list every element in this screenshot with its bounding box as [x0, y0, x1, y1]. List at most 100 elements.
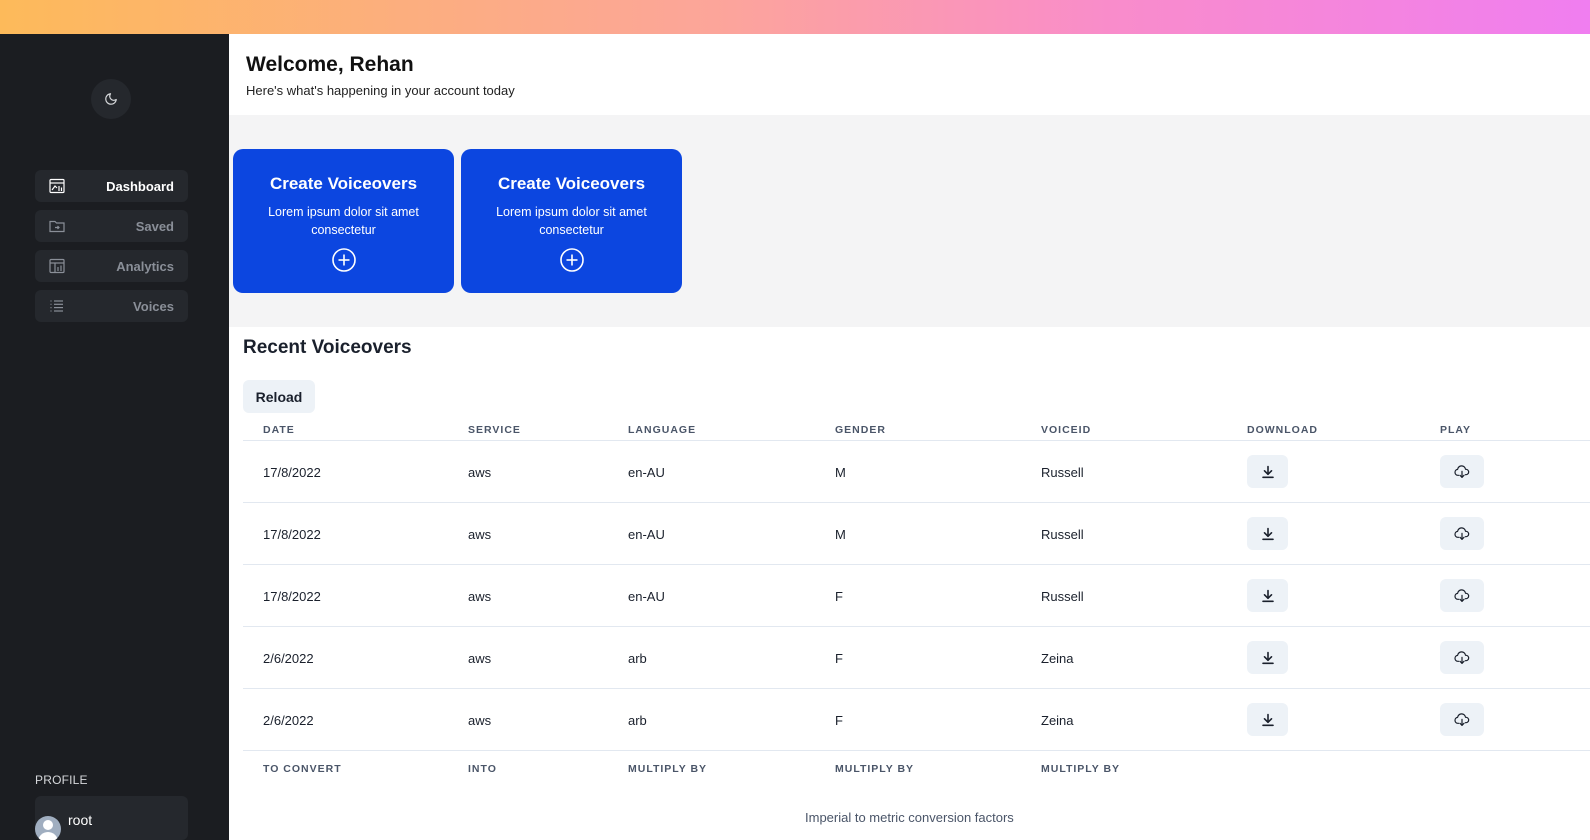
sidebar-item-analytics[interactable]: Analytics — [35, 250, 188, 282]
footer-cell: MULTIPLY BY — [835, 763, 915, 775]
page-header: Welcome, Rehan Here's what's happening i… — [229, 34, 1590, 115]
cell-service: aws — [468, 465, 492, 480]
cloud-download-icon — [1454, 588, 1470, 602]
analytics-icon — [49, 258, 65, 274]
cell-language: arb — [628, 651, 647, 666]
plus-circle-icon[interactable] — [559, 247, 585, 273]
download-icon — [1261, 465, 1274, 478]
avatar — [35, 816, 61, 840]
table-caption-text: Imperial to metric conversion factors — [805, 810, 1014, 825]
play-button[interactable] — [1440, 703, 1484, 736]
card-title: Create Voiceovers — [269, 174, 418, 193]
play-button[interactable] — [1440, 641, 1484, 674]
theme-toggle-button[interactable] — [91, 79, 131, 119]
section-title: Recent Voiceovers — [243, 337, 412, 358]
cell-gender: F — [835, 651, 843, 666]
cell-voiceid: Zeina — [1041, 651, 1074, 666]
table-row: 17/8/2022 aws en-AU F Russell — [243, 565, 1590, 627]
play-button[interactable] — [1440, 455, 1484, 488]
cell-date: 17/8/2022 — [263, 527, 321, 542]
column-header: SERVICE — [468, 424, 521, 436]
cell-gender: M — [835, 527, 846, 542]
download-icon — [1261, 589, 1274, 602]
sidebar-item-dashboard[interactable]: Dashboard — [35, 170, 188, 202]
column-header: LANGUAGE — [628, 424, 697, 436]
download-button[interactable] — [1247, 579, 1288, 612]
card-description: Lorem ipsum dolor sit amet consectetur — [268, 205, 419, 237]
list-icon — [50, 300, 63, 312]
cloud-download-icon — [1454, 526, 1470, 540]
cell-service: aws — [468, 527, 492, 542]
table-footer-row: TO CONVERT INTO MULTIPLY BY MULTIPLY BY … — [243, 751, 1590, 785]
moon-icon — [105, 93, 117, 105]
folder-icon — [49, 220, 65, 233]
create-voiceover-card[interactable]: Create Voiceovers Lorem ipsum dolor sit … — [461, 149, 682, 293]
cell-gender: M — [835, 465, 846, 480]
cell-language: arb — [628, 713, 647, 728]
download-button[interactable] — [1247, 455, 1288, 488]
cloud-download-icon — [1454, 712, 1470, 726]
sidebar-item-label: Saved — [135, 218, 174, 234]
create-voiceover-card[interactable]: Create Voiceovers Lorem ipsum dolor sit … — [233, 149, 454, 293]
cloud-download-icon — [1454, 464, 1470, 478]
cell-voiceid: Russell — [1041, 589, 1084, 604]
dashboard-icon — [49, 178, 65, 194]
footer-cell: INTO — [468, 763, 497, 775]
sidebar-item-saved[interactable]: Saved — [35, 210, 188, 242]
card-title: Create Voiceovers — [497, 174, 646, 193]
table-row: 17/8/2022 aws en-AU M Russell — [243, 441, 1590, 503]
cell-gender: F — [835, 713, 843, 728]
voiceovers-table: DATE SERVICE LANGUAGE GENDER VOICEID DOW… — [243, 415, 1590, 785]
cell-service: aws — [468, 713, 492, 728]
cell-date: 2/6/2022 — [263, 713, 314, 728]
download-button[interactable] — [1247, 641, 1288, 674]
cell-language: en-AU — [628, 465, 665, 480]
cell-date: 2/6/2022 — [263, 651, 314, 666]
footer-cell: MULTIPLY BY — [1041, 763, 1121, 775]
page-title: Welcome, Rehan — [246, 53, 414, 76]
column-header: DATE — [263, 424, 295, 436]
profile-card[interactable]: root — [35, 796, 188, 840]
recent-voiceovers-section: Recent Voiceovers Reload DATE SERVICE LA… — [229, 327, 1590, 840]
cell-gender: F — [835, 589, 843, 604]
sidebar-nav: Dashboard Saved Analytics Voices — [35, 170, 188, 330]
page-subtitle: Here's what's happening in your account … — [246, 83, 515, 98]
cell-service: aws — [468, 651, 492, 666]
cell-voiceid: Russell — [1041, 465, 1084, 480]
download-icon — [1261, 527, 1274, 540]
cloud-download-icon — [1454, 650, 1470, 664]
table-row: 2/6/2022 aws arb F Zeina — [243, 627, 1590, 689]
download-button[interactable] — [1247, 703, 1288, 736]
cell-voiceid: Russell — [1041, 527, 1084, 542]
sidebar-item-label: Voices — [133, 298, 174, 314]
cell-date: 17/8/2022 — [263, 589, 321, 604]
sidebar-item-label: Dashboard — [106, 178, 174, 194]
download-icon — [1261, 651, 1274, 664]
sidebar: Dashboard Saved Analytics Voices PROFILE — [0, 34, 229, 840]
cell-language: en-AU — [628, 589, 665, 604]
action-cards-area: Create Voiceovers Lorem ipsum dolor sit … — [229, 115, 1590, 327]
footer-cell: TO CONVERT — [263, 763, 342, 775]
plus-circle-icon[interactable] — [331, 247, 357, 273]
play-button[interactable] — [1440, 517, 1484, 550]
column-header: PLAY — [1440, 424, 1472, 436]
footer-cell: MULTIPLY BY — [628, 763, 708, 775]
download-button[interactable] — [1247, 517, 1288, 550]
table-body: 17/8/2022 aws en-AU M Russell 17/8/2022 aws en-… — [243, 441, 1590, 751]
table-row: 17/8/2022 aws en-AU M Russell — [243, 503, 1590, 565]
sidebar-item-label: Analytics — [116, 258, 174, 274]
profile-name: root — [68, 812, 93, 828]
cell-voiceid: Zeina — [1041, 713, 1074, 728]
column-header: GENDER — [835, 424, 886, 436]
cell-date: 17/8/2022 — [263, 465, 321, 480]
cell-service: aws — [468, 589, 492, 604]
reload-button[interactable]: Reload — [243, 380, 315, 413]
column-header: VOICEID — [1041, 424, 1092, 436]
column-header: DOWNLOAD — [1247, 424, 1318, 436]
play-button[interactable] — [1440, 579, 1484, 612]
table-row: 2/6/2022 aws arb F Zeina — [243, 689, 1590, 751]
sidebar-item-voices[interactable]: Voices — [35, 290, 188, 322]
top-gradient-bar — [0, 0, 1590, 34]
table-header-row: DATE SERVICE LANGUAGE GENDER VOICEID DOW… — [243, 415, 1590, 441]
card-description: Lorem ipsum dolor sit amet consectetur — [496, 205, 647, 237]
